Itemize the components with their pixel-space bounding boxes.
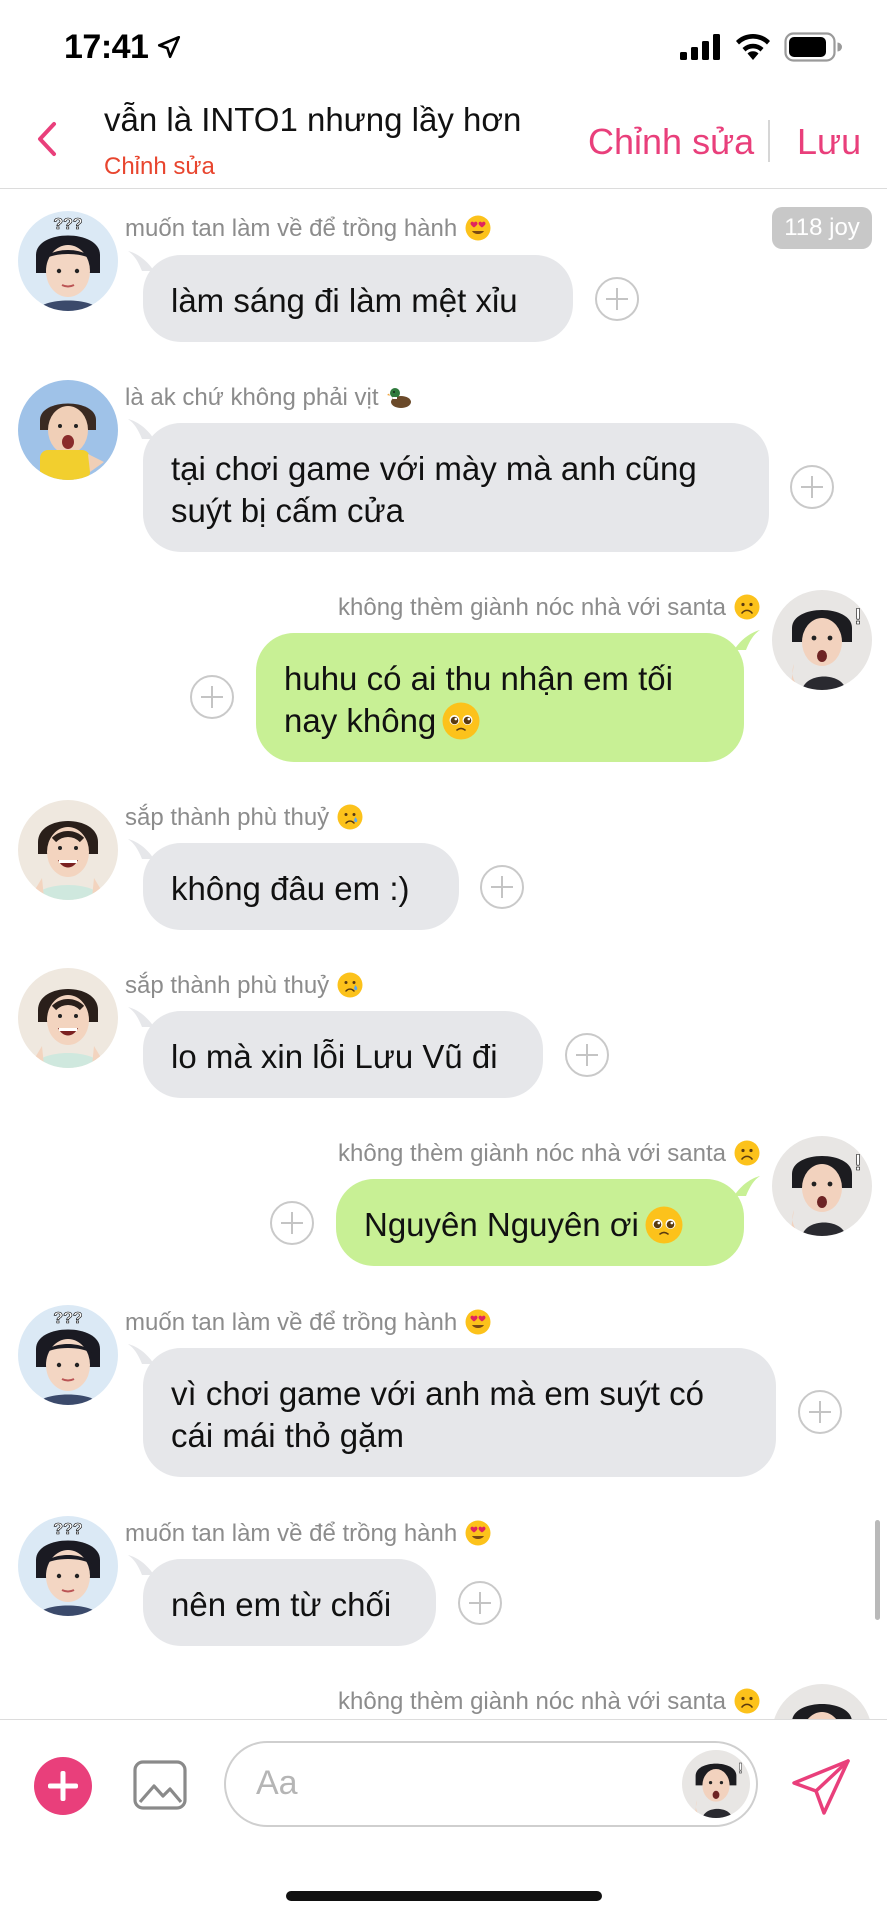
bubble-tail	[128, 419, 154, 439]
add-reaction-icon[interactable]	[595, 277, 639, 321]
home-indicator	[286, 1891, 602, 1901]
sender-name: sắp thành phù thuỷ	[125, 972, 364, 1000]
input-bar-border	[0, 1719, 887, 1720]
duck-emoji-icon	[386, 388, 411, 408]
sender-name: muốn tan làm về để trồng hành	[125, 1520, 491, 1548]
avatar[interactable]: ???	[18, 1305, 118, 1405]
avatar[interactable]: ???	[18, 211, 118, 311]
bubble-tail	[128, 1555, 154, 1575]
add-reaction-icon[interactable]	[798, 1390, 842, 1434]
save-button[interactable]: Lưu	[797, 121, 861, 163]
sender-name: không thèm giành nóc nhà với santa	[338, 594, 760, 622]
avatar-overlay-text: !	[854, 1150, 861, 1175]
message-bubble[interactable]: tại chơi game với mày mà anh cũng suýt b…	[143, 423, 769, 552]
message-bubble[interactable]: làm sáng đi làm mệt xỉu	[143, 255, 573, 342]
avatar-partial[interactable]	[772, 1684, 872, 1719]
sticker-avatar-button[interactable]: !	[682, 1750, 750, 1818]
heart-eyes-emoji-icon	[465, 215, 491, 241]
location-arrow-icon	[157, 35, 181, 59]
joy-count-badge: 118 joy	[772, 207, 872, 249]
frowning-emoji-icon	[734, 594, 760, 620]
send-icon[interactable]	[790, 1757, 852, 1817]
heart-eyes-emoji-icon	[465, 1520, 491, 1546]
input-placeholder: Aa	[256, 1764, 298, 1802]
bubble-tail	[734, 1176, 760, 1196]
chat-title: vẫn là INTO1 nhưng lầy hơn	[104, 101, 522, 138]
add-reaction-icon[interactable]	[270, 1201, 314, 1245]
add-reaction-icon[interactable]	[790, 465, 834, 509]
avatar-overlay-text: !	[854, 604, 861, 629]
avatar-overlay-text: ???	[53, 216, 82, 233]
chevron-left-icon[interactable]	[30, 118, 64, 160]
pleading-face-emoji-icon	[644, 1206, 683, 1244]
status-time: 17:41	[64, 28, 149, 66]
add-reaction-icon[interactable]	[458, 1581, 502, 1625]
avatar[interactable]	[18, 380, 118, 480]
battery-icon	[784, 32, 842, 62]
avatar[interactable]: !	[772, 1136, 872, 1236]
bubble-tail	[128, 839, 154, 859]
sender-name: muốn tan làm về để trồng hành	[125, 215, 491, 243]
avatar-overlay-text: ???	[53, 1310, 82, 1327]
avatar[interactable]	[18, 968, 118, 1068]
message-bubble[interactable]: vì chơi game với anh mà em suýt có cái m…	[143, 1348, 776, 1477]
avatar[interactable]	[18, 800, 118, 900]
wifi-icon	[736, 33, 770, 60]
message-bubble[interactable]: Nguyên Nguyên ơi	[336, 1179, 744, 1266]
message-bubble[interactable]: không đâu em :)	[143, 843, 459, 930]
avatar[interactable]: !	[772, 590, 872, 690]
message-bubble[interactable]: huhu có ai thu nhận em tối nay không	[256, 633, 744, 762]
add-reaction-icon[interactable]	[565, 1033, 609, 1077]
add-reaction-icon[interactable]	[480, 865, 524, 909]
header-divider	[768, 120, 770, 162]
message-bubble[interactable]: nên em từ chối	[143, 1559, 436, 1646]
message-input[interactable]	[224, 1741, 758, 1827]
frowning-emoji-icon	[734, 1688, 760, 1714]
heart-eyes-emoji-icon	[465, 1309, 491, 1335]
bubble-tail	[734, 630, 760, 650]
avatar-overlay-text: !	[738, 1760, 743, 1777]
bubble-tail	[128, 251, 154, 271]
image-icon[interactable]	[131, 1756, 189, 1814]
cellular-signal-icon	[680, 34, 720, 60]
crying-face-emoji-icon	[337, 972, 364, 998]
add-reaction-icon[interactable]	[190, 675, 234, 719]
title-edit-link[interactable]: Chỉnh sửa	[104, 153, 215, 181]
sender-name: sắp thành phù thuỷ	[125, 804, 364, 832]
sender-name: không thèm giành nóc nhà với santa	[338, 1688, 760, 1716]
edit-button[interactable]: Chỉnh sửa	[588, 121, 754, 163]
crying-face-emoji-icon	[337, 804, 364, 830]
sender-name: không thèm giành nóc nhà với santa	[338, 1140, 760, 1168]
frowning-emoji-icon	[734, 1140, 760, 1166]
bubble-tail	[128, 1344, 154, 1364]
avatar-overlay-text: ???	[53, 1521, 82, 1538]
pleading-face-emoji-icon	[442, 702, 481, 740]
scrollbar-thumb[interactable]	[875, 1520, 880, 1620]
message-bubble[interactable]: lo mà xin lỗi Lưu Vũ đi	[143, 1011, 543, 1098]
plus-icon[interactable]	[34, 1757, 92, 1815]
sender-name: muốn tan làm về để trồng hành	[125, 1309, 491, 1337]
avatar[interactable]: ???	[18, 1516, 118, 1616]
bubble-tail	[128, 1007, 154, 1027]
header-bottom-border	[0, 188, 887, 189]
sender-name: là ak chứ không phải vịt	[125, 384, 413, 412]
